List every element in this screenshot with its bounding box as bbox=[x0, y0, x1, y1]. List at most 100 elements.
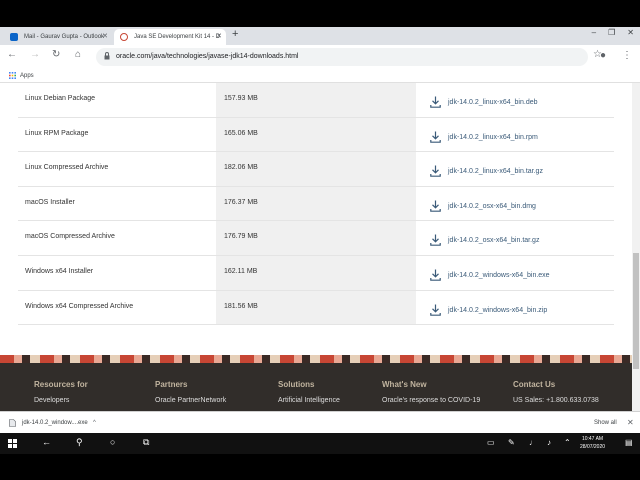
download-link[interactable]: jdk-14.0.2_windows-x64_bin.zip bbox=[416, 291, 614, 325]
product-name: macOS Compressed Archive bbox=[25, 233, 115, 241]
window-controls: – ❐ ✕ bbox=[592, 28, 634, 37]
footer-column-solutions: Solutions Artificial Intelligence bbox=[278, 380, 340, 404]
product-name: Windows x64 Installer bbox=[25, 267, 94, 275]
new-tab-button[interactable]: + bbox=[232, 28, 238, 40]
download-icon bbox=[430, 200, 441, 212]
search-icon[interactable]: ⚲ bbox=[76, 437, 83, 448]
download-row: Linux RPM Package 165.06 MB jdk-14.0.2_lin… bbox=[18, 117, 614, 153]
file-size: 182.06 MB bbox=[216, 152, 416, 186]
footer-link[interactable]: Developers bbox=[34, 397, 88, 404]
outlook-favicon-icon bbox=[10, 33, 18, 41]
close-window-icon[interactable]: ✕ bbox=[627, 28, 634, 37]
download-icon bbox=[430, 234, 441, 247]
close-icon[interactable]: ✕ bbox=[627, 412, 634, 434]
oracle-favicon-icon bbox=[120, 33, 128, 41]
pen-icon[interactable]: ✎ bbox=[508, 438, 515, 447]
profile-icon[interactable]: ● bbox=[600, 50, 606, 61]
windows-start-icon[interactable] bbox=[8, 439, 17, 448]
footer-heading: What's New bbox=[382, 380, 427, 389]
network-icon[interactable]: ⌃ bbox=[564, 438, 571, 447]
restore-icon[interactable]: ❐ bbox=[608, 28, 615, 37]
download-row: macOS Installer 176.37 MB jdk-14.0.2_osx-x… bbox=[18, 186, 614, 222]
download-shelf: jdk-14.0.2_window....exe ^ Show all ✕ bbox=[0, 411, 640, 433]
microphone-icon[interactable]: ♩ bbox=[529, 438, 537, 447]
tab-strip: Mail - Gaurav Gupta - Outlook ✕ Java SE … bbox=[0, 27, 640, 45]
download-link[interactable]: jdk-14.0.2_osx-x64_bin.tar.gz bbox=[416, 221, 614, 255]
download-filename: jdk-14.0.2_windows-x64_bin.exe bbox=[448, 271, 550, 279]
file-size: 157.93 MB bbox=[216, 83, 416, 117]
download-link[interactable]: jdk-14.0.2_windows-x64_bin.exe bbox=[416, 256, 614, 290]
footer-link[interactable]: Oracle's response to COVID-19 bbox=[382, 397, 480, 404]
show-all-button[interactable]: Show all bbox=[594, 412, 617, 434]
footer-heading: Contact Us bbox=[513, 380, 556, 389]
site-footer: Resources for Developers Partners Oracle… bbox=[0, 363, 632, 411]
footer-link[interactable]: Artificial Intelligence bbox=[278, 397, 340, 404]
downloaded-file[interactable]: jdk-14.0.2_window....exe bbox=[22, 412, 88, 434]
menu-icon[interactable]: ⋮ bbox=[622, 50, 632, 61]
cortana-circle-icon[interactable]: ○ bbox=[110, 437, 115, 447]
volume-icon[interactable]: ♪ bbox=[547, 438, 551, 447]
product-name: macOS Installer bbox=[25, 198, 75, 206]
download-row: Windows x64 Compressed Archive 181.56 MB j… bbox=[18, 290, 614, 326]
product-name: Linux Compressed Archive bbox=[25, 164, 109, 172]
download-link[interactable]: jdk-14.0.2_linux-x64_bin.tar.gz bbox=[416, 152, 614, 186]
tab-title: Mail - Gaurav Gupta - Outlook bbox=[24, 34, 105, 40]
download-filename: jdk-14.0.2_windows-x64_bin.zip bbox=[448, 306, 548, 314]
minimize-icon[interactable]: – bbox=[592, 28, 596, 37]
footer-column-contact: Contact Us US Sales: +1.800.633.0738 bbox=[513, 380, 599, 404]
footer-heading: Partners bbox=[155, 380, 188, 389]
download-icon bbox=[430, 131, 441, 143]
address-bar[interactable]: oracle.com/java/technologies/javase-jdk1… bbox=[96, 48, 602, 66]
download-icon bbox=[430, 304, 441, 316]
footer-column-resources: Resources for Developers bbox=[34, 380, 88, 404]
download-filename: jdk-14.0.2_osx-x64_bin.dmg bbox=[448, 202, 536, 210]
footer-link[interactable]: US Sales: +1.800.633.0738 bbox=[513, 397, 599, 404]
download-filename: jdk-14.0.2_linux-x64_bin.tar.gz bbox=[448, 168, 543, 176]
footer-link[interactable]: Oracle PartnerNetwork bbox=[155, 397, 226, 404]
back-arrow-icon[interactable]: ← bbox=[7, 49, 17, 60]
chevron-up-icon[interactable]: ^ bbox=[93, 412, 96, 434]
file-size: 176.37 MB bbox=[216, 186, 416, 221]
forward-arrow-icon[interactable]: → bbox=[30, 49, 40, 60]
product-name: Linux RPM Package bbox=[25, 129, 89, 137]
footer-heading: Solutions bbox=[278, 380, 315, 389]
apps-bookmark[interactable]: Apps bbox=[20, 69, 34, 83]
tab-title: Java SE Development Kit 14 - D bbox=[134, 34, 221, 40]
decorative-pattern bbox=[0, 355, 632, 363]
close-icon[interactable]: ✕ bbox=[216, 29, 222, 45]
scrollbar-thumb[interactable] bbox=[633, 253, 639, 369]
page-viewport: Linux Debian Package 157.93 MB jdk-14.0.2_… bbox=[0, 83, 632, 411]
home-icon[interactable]: ⌂ bbox=[75, 49, 81, 60]
lock-icon bbox=[104, 52, 110, 60]
tab-outlook[interactable]: Mail - Gaurav Gupta - Outlook ✕ bbox=[4, 29, 112, 45]
tablet-mode-icon[interactable]: ▭ bbox=[487, 438, 495, 447]
download-row: Windows x64 Installer 162.11 MB jdk-14.0.2… bbox=[18, 255, 614, 291]
download-icon bbox=[430, 96, 441, 108]
url-text: oracle.com/java/technologies/javase-jdk1… bbox=[116, 53, 299, 60]
notifications-icon[interactable]: ▤ bbox=[625, 438, 633, 447]
download-link[interactable]: jdk-14.0.2_linux-x64_bin.rpm bbox=[416, 118, 614, 152]
task-view-icon[interactable]: ⧉ bbox=[143, 437, 149, 448]
file-icon bbox=[9, 419, 16, 427]
reload-icon[interactable]: ↻ bbox=[52, 49, 60, 60]
page-scrollbar[interactable] bbox=[632, 83, 640, 411]
download-filename: jdk-14.0.2_osx-x64_bin.tar.gz bbox=[448, 237, 540, 245]
footer-heading: Resources for bbox=[34, 380, 88, 389]
download-icon bbox=[430, 165, 441, 177]
tab-java-se[interactable]: Java SE Development Kit 14 - D ✕ bbox=[114, 29, 226, 45]
file-size: 162.11 MB bbox=[216, 255, 416, 290]
footer-column-partners: Partners Oracle PartnerNetwork bbox=[155, 380, 226, 404]
apps-grid-icon[interactable] bbox=[9, 72, 16, 79]
download-link[interactable]: jdk-14.0.2_linux-x64_bin.deb bbox=[416, 83, 614, 117]
system-clock[interactable]: 10:47 AM 28/07/2020 bbox=[580, 435, 605, 451]
close-icon[interactable]: ✕ bbox=[102, 29, 108, 45]
download-icon bbox=[430, 269, 441, 281]
bookmarks-bar: Apps bbox=[0, 69, 640, 83]
footer-column-whats-new: What's New Oracle's response to COVID-19 bbox=[382, 380, 480, 404]
download-filename: jdk-14.0.2_linux-x64_bin.deb bbox=[448, 99, 538, 106]
windows-taskbar: ← ⚲ ○ ⧉ ▭ ✎ ♩ ♪ ⌃ 10:47 AM 28/07/2020 ▤ bbox=[0, 433, 640, 454]
product-name: Linux Debian Package bbox=[25, 95, 96, 102]
back-arrow-icon[interactable]: ← bbox=[42, 437, 51, 447]
download-link[interactable]: jdk-14.0.2_osx-x64_bin.dmg bbox=[416, 187, 614, 221]
clock-date: 28/07/2020 bbox=[580, 444, 606, 450]
